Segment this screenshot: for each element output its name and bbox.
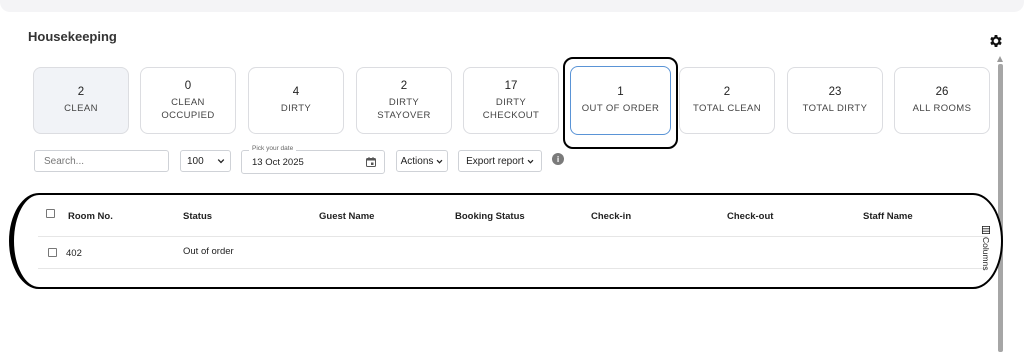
actions-label: Actions <box>400 155 434 167</box>
status-card-all-rooms[interactable]: 26 ALL ROOMS <box>894 67 990 134</box>
scrollbar-thumb[interactable] <box>998 64 1003 352</box>
card-count: 23 <box>828 86 842 98</box>
columns-icon <box>982 226 990 234</box>
row-divider <box>38 268 988 269</box>
status-card-total-dirty[interactable]: 23 TOTAL DIRTY <box>787 67 883 134</box>
export-report-button[interactable]: Export report <box>458 150 542 172</box>
rooms-table <box>9 193 1003 289</box>
card-label: CLEAN <box>64 103 98 114</box>
column-header-check-in[interactable]: Check-in <box>591 211 631 222</box>
calendar-icon[interactable] <box>365 156 377 168</box>
chevron-down-icon <box>527 159 534 164</box>
header-divider <box>38 236 988 237</box>
card-count: 0 <box>184 79 192 92</box>
status-card-total-clean[interactable]: 2 TOTAL CLEAN <box>679 67 775 134</box>
chevron-down-icon <box>436 159 443 164</box>
columns-toggle-button[interactable]: Columns <box>980 226 992 276</box>
card-count: 2 <box>723 86 731 98</box>
status-card-clean[interactable]: 2 CLEAN <box>33 67 129 134</box>
chevron-down-icon <box>217 159 225 164</box>
column-header-check-out[interactable]: Check-out <box>727 211 773 222</box>
search-input[interactable] <box>34 150 169 172</box>
scroll-up-arrow-icon[interactable] <box>997 56 1003 62</box>
card-label: TOTAL DIRTY <box>802 103 868 114</box>
vertical-scrollbar[interactable] <box>997 52 1004 352</box>
card-label: CLEAN OCCUPIED <box>161 96 215 121</box>
column-header-guest-name[interactable]: Guest Name <box>319 211 374 222</box>
status-card-dirty-stayover[interactable]: 2 DIRTY STAYOVER <box>356 67 452 134</box>
top-bar <box>0 0 1024 12</box>
column-header-room-no[interactable]: Room No. <box>68 211 113 222</box>
card-count: 17 <box>504 79 518 92</box>
column-header-status[interactable]: Status <box>183 211 212 222</box>
card-label: DIRTY STAYOVER <box>377 96 431 121</box>
date-picker-field[interactable]: Pick your date 13 Oct 2025 <box>241 145 385 174</box>
card-label: DIRTY <box>280 103 312 114</box>
status-card-dirty-checkout[interactable]: 17 DIRTY CHECKOUT <box>463 67 559 134</box>
selection-highlight <box>563 57 678 149</box>
actions-button[interactable]: Actions <box>396 150 448 172</box>
date-picker-value: 13 Oct 2025 <box>252 157 304 168</box>
status-card-dirty[interactable]: 4 DIRTY <box>248 67 344 134</box>
row-checkbox[interactable] <box>48 248 57 257</box>
card-label: TOTAL CLEAN <box>692 103 762 114</box>
card-label: ALL ROOMS <box>912 103 972 114</box>
card-count: 2 <box>77 86 85 98</box>
info-icon[interactable]: i <box>552 153 564 165</box>
card-count: 4 <box>292 86 300 98</box>
column-header-booking-status[interactable]: Booking Status <box>455 211 525 222</box>
select-all-checkbox[interactable] <box>46 209 55 218</box>
page-size-value: 100 <box>187 155 204 167</box>
room-no-cell: 402 <box>66 248 82 259</box>
export-label: Export report <box>466 155 524 167</box>
gear-icon[interactable] <box>988 33 1004 49</box>
card-label: DIRTY CHECKOUT <box>482 96 540 121</box>
status-cell: Out of order <box>183 246 234 257</box>
page-size-select[interactable]: 100 <box>180 150 231 172</box>
column-header-staff-name[interactable]: Staff Name <box>863 211 913 222</box>
status-card-clean-occupied[interactable]: 0 CLEAN OCCUPIED <box>140 67 236 134</box>
page-title: Housekeeping <box>28 29 117 44</box>
columns-label: Columns <box>981 237 991 271</box>
date-picker-label: Pick your date <box>249 145 297 152</box>
card-count: 26 <box>935 86 949 98</box>
card-count: 2 <box>400 79 408 92</box>
